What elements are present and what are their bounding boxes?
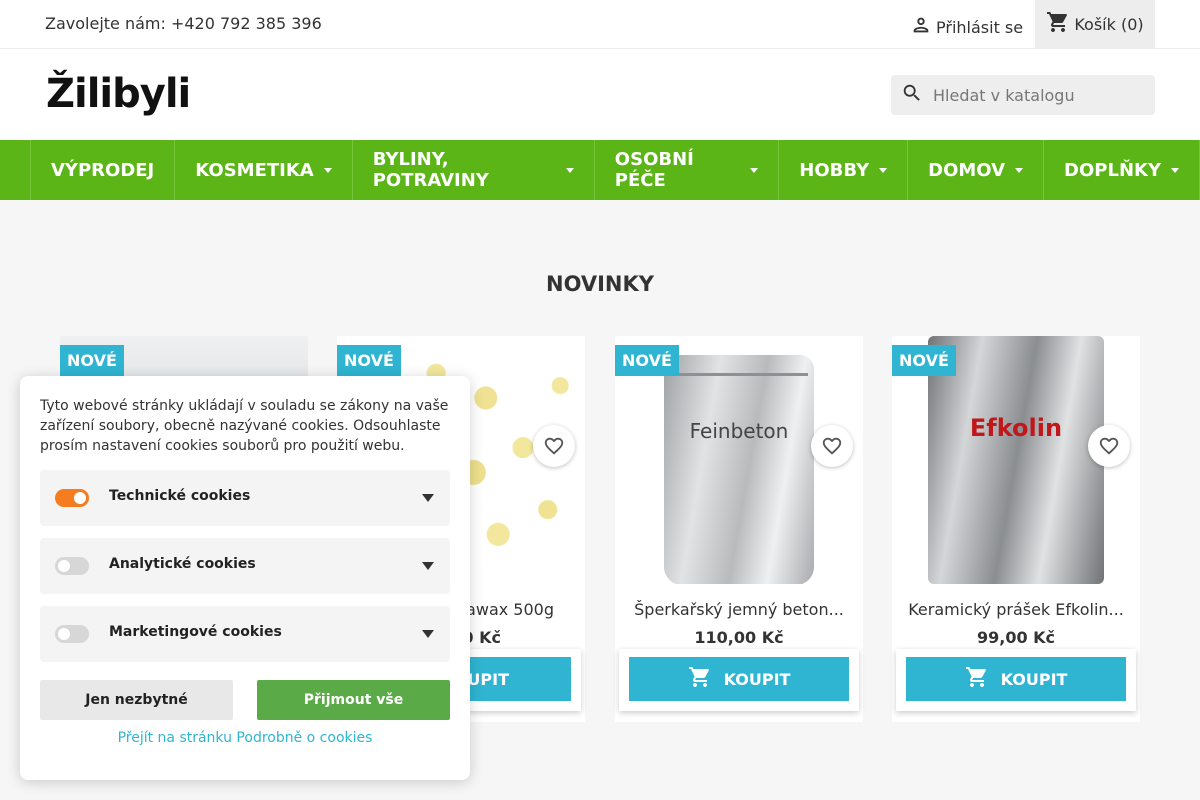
buy-button[interactable]: KOUPIT xyxy=(906,657,1126,701)
product-name[interactable]: Keramický prášek Efkolin... xyxy=(892,600,1140,619)
nav-item-label: KOSMETIKA xyxy=(195,159,314,181)
caret-down-icon xyxy=(879,167,888,173)
nav-item-domov[interactable]: DOMOV xyxy=(908,140,1045,200)
contact-phone[interactable]: Zavolejte nám: +420 792 385 396 xyxy=(45,14,322,33)
cookie-details-link[interactable]: Přejít na stránku Podrobně o cookies xyxy=(20,730,470,746)
nav-item-vyprodej[interactable]: VÝPRODEJ xyxy=(31,140,176,200)
cookie-text: Tyto webové stránky ukládají v souladu s… xyxy=(40,398,449,454)
cookie-toggle[interactable] xyxy=(55,489,89,507)
buy-label: KOUPIT xyxy=(723,669,791,689)
search-icon[interactable] xyxy=(901,82,923,108)
search-input[interactable] xyxy=(933,85,1143,105)
cart-button[interactable]: Košík (0) xyxy=(1035,0,1155,48)
cart-icon xyxy=(688,665,712,693)
section-title: NOVINKY xyxy=(546,272,654,296)
caret-down-icon xyxy=(565,167,574,173)
caret-down-icon xyxy=(1015,167,1024,173)
buy-label: KOUPIT xyxy=(1000,669,1068,689)
product-price: 110,00 Kč xyxy=(694,628,784,647)
nav-item-label: DOPLŇKY xyxy=(1064,159,1161,181)
nav-item-label: DOMOV xyxy=(928,159,1006,181)
expand-arrow-icon[interactable] xyxy=(422,630,434,638)
nav-item-hobby[interactable]: HOBBY xyxy=(779,140,909,200)
cookie-option-technical[interactable]: Technické cookies xyxy=(40,470,450,526)
search-box xyxy=(891,75,1155,115)
site-logo[interactable]: Žilibyli xyxy=(46,71,191,117)
buy-button-wrap: KOUPIT xyxy=(619,649,859,711)
product-card[interactable]: Efkolin NOVÉ Keramický prášek Efkolin...… xyxy=(892,336,1140,722)
favorite-heart-icon[interactable] xyxy=(533,425,575,467)
header: Žilibyli xyxy=(0,49,1200,140)
buy-button[interactable]: KOUPIT xyxy=(629,657,849,701)
cookie-toggle[interactable] xyxy=(55,557,89,575)
expand-arrow-icon[interactable] xyxy=(422,562,434,570)
login-label: Přihlásit se xyxy=(936,17,1024,37)
favorite-heart-icon[interactable] xyxy=(811,425,853,467)
nav-item-label: OSOBNÍ PÉČE xyxy=(614,149,694,191)
cookie-consent-dialog: Tyto webové stránky ukládají v souladu s… xyxy=(20,376,470,780)
nav-item-osobni-pece[interactable]: OSOBNÍ PÉČE xyxy=(595,140,780,200)
buy-button-wrap: KOUPIT xyxy=(896,649,1136,711)
new-badge: NOVÉ xyxy=(892,345,956,376)
cookie-option-label: Analytické cookies xyxy=(109,556,256,572)
necessary-only-button[interactable]: Jen nezbytné xyxy=(40,680,233,720)
login-link[interactable]: Přihlásit se xyxy=(910,14,1023,40)
nav-item-byliny-potraviny[interactable]: BYLINY, POTRAVINY xyxy=(353,140,595,200)
cart-icon xyxy=(965,665,989,693)
cookie-option-label: Technické cookies xyxy=(109,488,251,504)
cookie-option-analytics[interactable]: Analytické cookies xyxy=(40,538,450,594)
nav-item-label: HOBBY xyxy=(799,159,870,181)
cookie-toggle[interactable] xyxy=(55,625,89,643)
caret-down-icon xyxy=(323,167,332,173)
new-badge: NOVÉ xyxy=(337,345,401,376)
accept-all-button[interactable]: Přijmout vše xyxy=(257,680,450,720)
product-card[interactable]: Feinbeton NOVÉ Šperkařský jemný beton...… xyxy=(615,336,863,722)
cart-icon xyxy=(1046,10,1070,38)
caret-down-icon xyxy=(750,167,759,173)
new-badge: NOVÉ xyxy=(60,345,124,376)
product-name[interactable]: Šperkařský jemný beton... xyxy=(615,600,863,619)
caret-down-icon xyxy=(1171,167,1179,173)
product-price: 99,00 Kč xyxy=(976,628,1056,647)
cookie-option-label: Marketingové cookies xyxy=(109,624,282,640)
top-bar: Zavolejte nám: +420 792 385 396 Přihlási… xyxy=(0,0,1200,49)
favorite-heart-icon[interactable] xyxy=(1088,425,1130,467)
cookie-option-marketing[interactable]: Marketingové cookies xyxy=(40,606,450,662)
new-badge: NOVÉ xyxy=(615,345,679,376)
product-image-label: Feinbeton xyxy=(689,419,789,443)
person-icon xyxy=(910,14,932,40)
main-navigation: VÝPRODEJ KOSMETIKA BYLINY, POTRAVINY OSO… xyxy=(0,140,1200,200)
nav-item-label: BYLINY, POTRAVINY xyxy=(372,149,489,191)
expand-arrow-icon[interactable] xyxy=(422,494,434,502)
nav-item-doplnky[interactable]: DOPLŇKY xyxy=(1044,140,1200,200)
product-image-label: Efkolin xyxy=(969,414,1063,442)
cart-label: Košík (0) xyxy=(1074,14,1144,34)
nav-item-kosmetika[interactable]: KOSMETIKA xyxy=(175,140,353,200)
nav-item-label: VÝPRODEJ xyxy=(51,159,155,181)
